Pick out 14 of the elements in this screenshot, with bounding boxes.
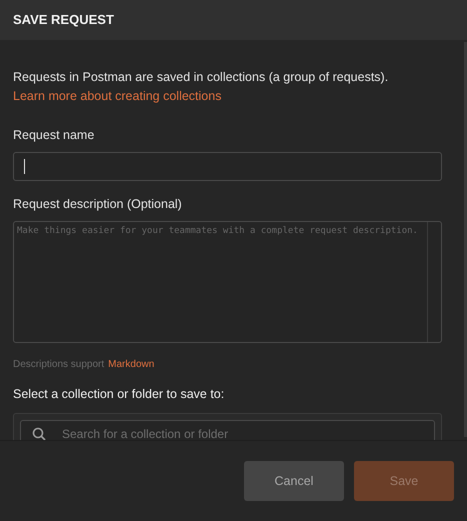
dialog-title: SAVE REQUEST <box>13 11 114 30</box>
field-label: Request name <box>13 127 96 144</box>
learn-more-link[interactable]: Learn more about creating collections <box>13 87 222 106</box>
field-label: Request description (Optional) <box>13 196 183 213</box>
request-name-field[interactable] <box>13 152 442 181</box>
markdown-link[interactable]: Markdown <box>108 356 154 372</box>
search-icon <box>32 427 46 440</box>
hint-text: Descriptions support <box>13 358 104 372</box>
collection-search-field[interactable]: Search for a collection or folder <box>20 420 435 440</box>
cancel-button[interactable]: Cancel <box>244 461 344 501</box>
text-cursor <box>24 158 25 174</box>
intro-text: Requests in Postman are saved in collections (a group of requests). <box>13 69 390 86</box>
field-label: Select a collection or folder to save to: <box>13 386 226 402</box>
request-description-field[interactable]: Make things easier for your teammates with a complete request description. <box>13 220 442 342</box>
